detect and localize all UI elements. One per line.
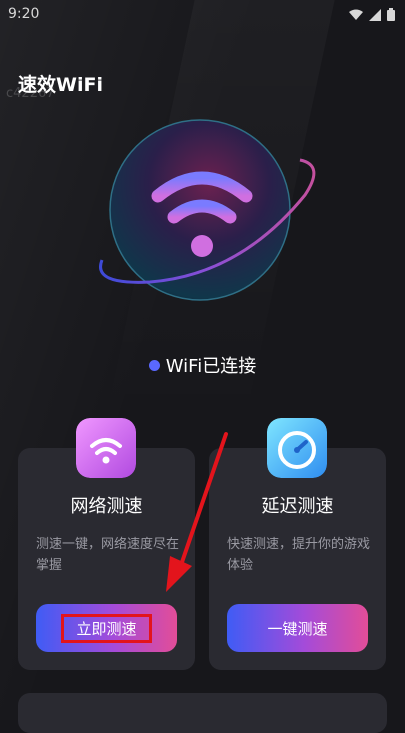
- status-time: 9:20: [8, 6, 40, 22]
- card-title: 网络测速: [70, 496, 143, 517]
- status-bar: 9:20: [0, 0, 405, 30]
- card-title: 延迟测速: [261, 496, 334, 517]
- wifi-globe-illustration: [99, 119, 316, 301]
- wifi-icon: [349, 9, 363, 20]
- start-speed-test-button[interactable]: 立即测速: [36, 604, 177, 652]
- battery-icon: [387, 8, 395, 21]
- status-icons: [349, 8, 395, 21]
- card-description: 快速测速，提升你的游戏体验: [227, 537, 371, 573]
- connection-dot: [148, 360, 160, 371]
- watermark-text: c42267: [6, 86, 55, 101]
- connection-status: WiFi已连接: [0, 352, 405, 378]
- signal-icon: [369, 8, 381, 21]
- connection-status-text: WiFi已连接: [165, 356, 257, 377]
- speedometer-icon: [267, 418, 327, 478]
- latency-test-card[interactable]: 延迟测速 快速测速，提升你的游戏体验 一键测速: [209, 418, 386, 670]
- one-click-test-label: 一键测速: [267, 619, 328, 638]
- card-description: 测速一键，网络速度尽在掌握: [36, 537, 180, 573]
- bottom-card-partial: [18, 693, 387, 733]
- one-click-test-button[interactable]: 一键测速: [227, 604, 368, 652]
- start-speed-test-label: 立即测速: [61, 613, 152, 643]
- network-speed-card[interactable]: 网络测速 测速一键，网络速度尽在掌握 立即测速: [18, 418, 195, 670]
- wifi-icon: [76, 418, 136, 478]
